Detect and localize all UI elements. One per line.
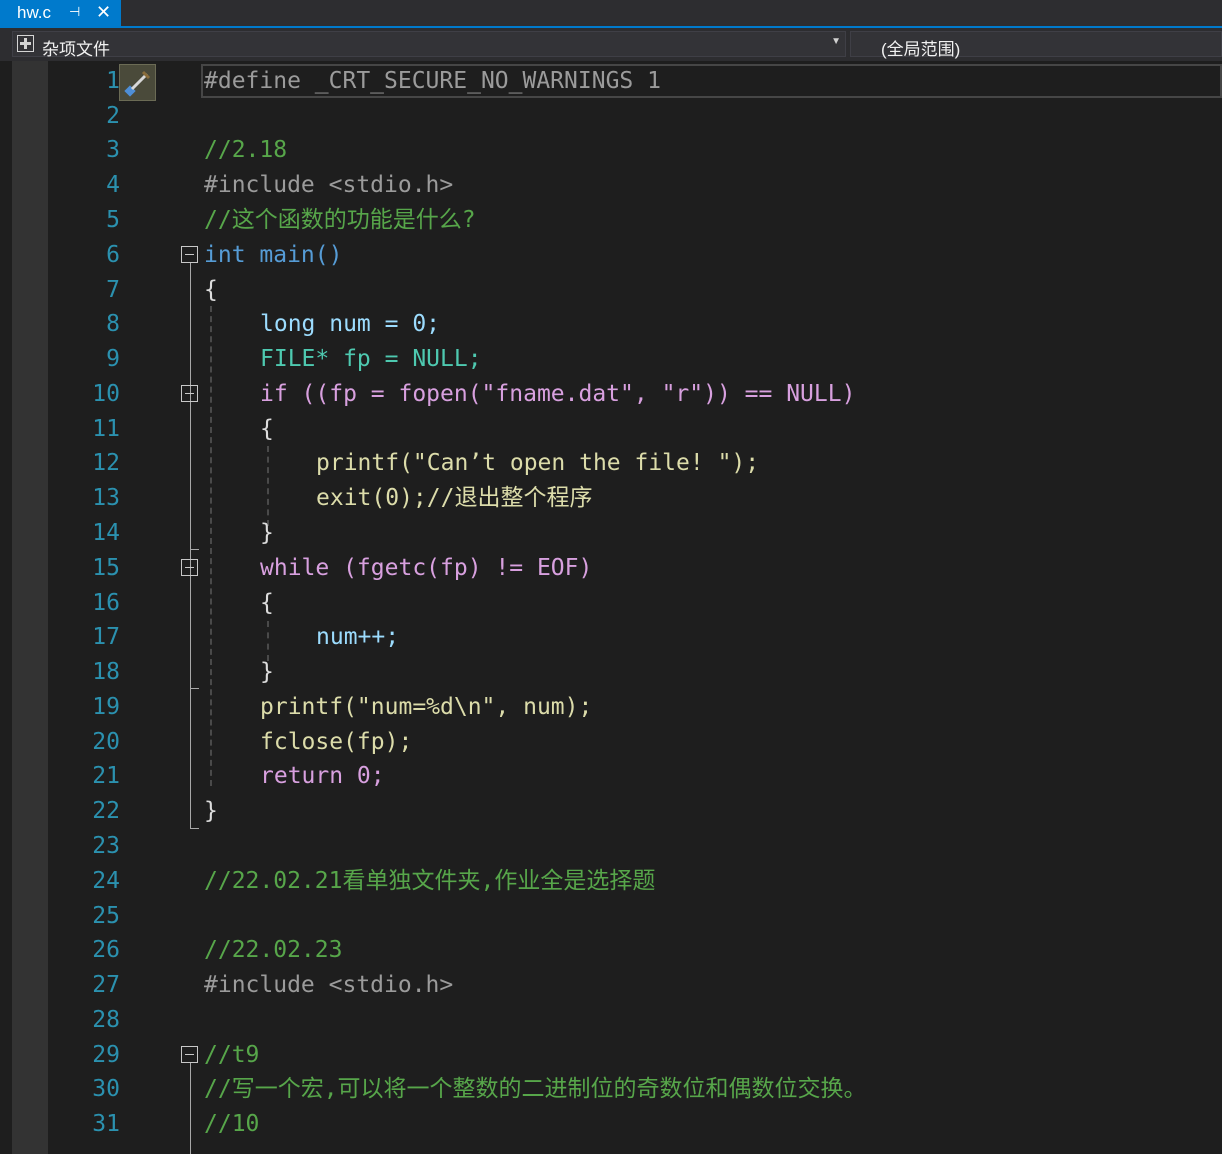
code-line[interactable]: return 0; (260, 759, 385, 793)
collapse-main-toggle[interactable] (181, 246, 198, 263)
line-number: 12 (92, 450, 120, 476)
line-number: 24 (92, 868, 120, 894)
line-number: 4 (106, 172, 120, 198)
indent-guide-if (267, 446, 269, 526)
code-line[interactable]: } (260, 516, 274, 550)
line-number: 15 (92, 555, 120, 581)
tab-bar: hw.c ⊣ ✕ (0, 0, 1222, 26)
line-number: 9 (106, 346, 120, 372)
line-number: 2 (106, 103, 120, 129)
code-line[interactable]: //22.02.21看单独文件夹,作业全是选择题 (204, 864, 655, 898)
code-line[interactable]: while (fgetc(fp) != EOF) (260, 551, 592, 585)
navigation-bar: 杂项文件 ▼ (全局范围) (0, 28, 1222, 61)
line-number: 20 (92, 729, 120, 755)
line-number: 10 (92, 381, 120, 407)
code-line[interactable]: FILE* fp = NULL; (260, 342, 482, 376)
code-line[interactable]: { (260, 412, 274, 446)
pin-icon[interactable]: ⊣ (69, 4, 80, 20)
code-line[interactable]: //10 (204, 1107, 259, 1141)
line-number: 14 (92, 520, 120, 546)
collapse-if-toggle[interactable] (181, 385, 198, 402)
scope-dropdown[interactable]: (全局范围) (850, 31, 1222, 59)
project-label: 杂项文件 (42, 40, 110, 59)
line-number: 17 (92, 624, 120, 650)
code-line[interactable]: } (260, 655, 274, 689)
outline-while-end (190, 688, 199, 689)
code-line[interactable]: #include <stdio.h> (204, 968, 453, 1002)
line-number: 3 (106, 137, 120, 163)
code-line[interactable]: //这个函数的功能是什么? (204, 203, 476, 237)
line-number: 23 (92, 833, 120, 859)
outline-main (190, 263, 191, 828)
line-number: 29 (92, 1042, 120, 1068)
project-dropdown[interactable]: 杂项文件 ▼ (12, 31, 846, 59)
outline-comment (190, 1063, 191, 1154)
screwdriver-brush-icon[interactable] (119, 64, 156, 101)
code-line[interactable]: //2.18 (204, 133, 287, 167)
code-line[interactable]: int main() (204, 238, 342, 272)
code-line[interactable]: num++; (316, 620, 399, 654)
line-number: 22 (92, 798, 120, 824)
code-line[interactable]: printf("Can’t open the file! "); (316, 446, 759, 480)
line-number: 25 (92, 903, 120, 929)
line-number: 19 (92, 694, 120, 720)
line-number: 1 (106, 68, 120, 94)
code-line[interactable]: if ((fp = fopen("fname.dat", "r")) == NU… (260, 377, 855, 411)
code-line[interactable]: } (204, 794, 218, 828)
code-line[interactable]: exit(0);//退出整个程序 (316, 481, 592, 515)
line-number: 13 (92, 485, 120, 511)
code-line[interactable]: { (204, 273, 218, 307)
code-line[interactable]: long num = 0; (260, 307, 440, 341)
code-line[interactable]: #define _CRT_SECURE_NO_WARNINGS 1 (204, 64, 661, 98)
line-number: 30 (92, 1076, 120, 1102)
line-number: 21 (92, 763, 120, 789)
code-editor[interactable]: 1 2 3 4 5 6 7 8 9 10 11 12 13 14 15 16 1… (0, 61, 1222, 1154)
line-number: 31 (92, 1111, 120, 1137)
line-number: 7 (106, 277, 120, 303)
code-line[interactable]: #include <stdio.h> (204, 168, 453, 202)
misc-files-icon (17, 35, 34, 52)
code-line[interactable]: //t9 (204, 1038, 259, 1072)
tab-filename: hw.c (17, 3, 52, 22)
collapse-comment-toggle[interactable] (181, 1046, 198, 1063)
line-number: 18 (92, 659, 120, 685)
scope-label: (全局范围) (881, 40, 961, 59)
line-number: 6 (106, 242, 120, 268)
line-number: 26 (92, 937, 120, 963)
line-number: 5 (106, 207, 120, 233)
outline-main-end (190, 828, 199, 829)
line-number: 16 (92, 590, 120, 616)
outline-if-end (190, 549, 199, 550)
line-number: 28 (92, 1007, 120, 1033)
code-line[interactable]: //写一个宏,可以将一个整数的二进制位的奇数位和偶数位交换。 (204, 1072, 867, 1106)
code-line[interactable]: { (260, 586, 274, 620)
file-tab[interactable]: hw.c ⊣ ✕ (0, 0, 121, 26)
chevron-down-icon[interactable]: ▼ (831, 36, 841, 47)
indent-guide-main (210, 306, 212, 786)
line-number: 27 (92, 972, 120, 998)
close-icon[interactable]: ✕ (96, 2, 111, 23)
code-line[interactable]: //22.02.23 (204, 933, 342, 967)
indicator-margin (12, 61, 48, 1154)
code-line[interactable]: fclose(fp); (260, 725, 412, 759)
line-number: 11 (92, 416, 120, 442)
line-number: 8 (106, 311, 120, 337)
collapse-while-toggle[interactable] (181, 559, 198, 576)
code-line[interactable]: printf("num=%d\n", num); (260, 690, 592, 724)
